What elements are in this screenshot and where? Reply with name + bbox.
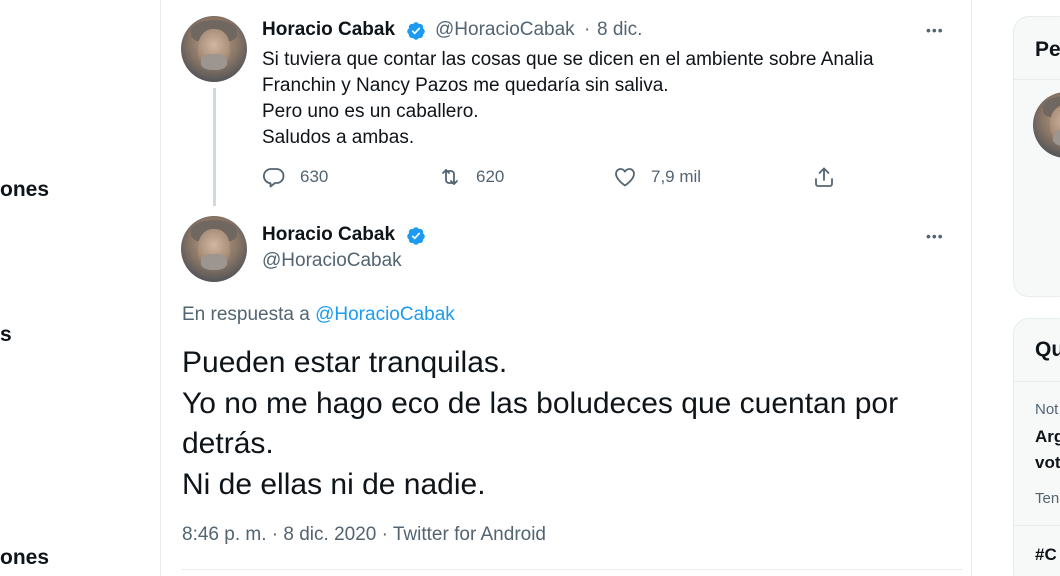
heart-icon xyxy=(615,168,635,187)
reply-prefix: En respuesta a xyxy=(182,304,310,325)
tweet-timestamp[interactable]: 8:46 p. m. · 8 dic. 2020 · Twitter for A… xyxy=(182,524,546,546)
tweet-text: Pueden estar tranquilas. Yo no me hago e… xyxy=(182,343,898,505)
trend-meta: Ten xyxy=(1035,490,1060,507)
tweet-text-line: Franchin y Nancy Pazos me quedaría sin s… xyxy=(262,75,669,96)
thread-connector-line xyxy=(213,88,216,206)
author-handle[interactable]: @HoracioCabak xyxy=(435,19,575,41)
divider xyxy=(1014,525,1060,526)
tweet-text-line: Yo no me hago eco de las boludeces que c… xyxy=(182,386,899,420)
trend-title[interactable]: Arg xyxy=(1035,425,1060,449)
tweet-date[interactable]: 8 dic. xyxy=(597,19,642,41)
reply-icon xyxy=(263,168,285,188)
retweet-button[interactable]: 620 xyxy=(438,164,504,190)
trend-title[interactable]: vot xyxy=(1035,451,1060,475)
tweet-text: Si tuviera que contar las cosas que se d… xyxy=(262,47,874,151)
reply-count: 630 xyxy=(300,167,329,186)
retweet-icon xyxy=(442,169,458,185)
reply-context: En respuesta a @HoracioCabak xyxy=(182,304,455,326)
tweet-text-line: Ni de ellas ni de nadie. xyxy=(182,467,486,501)
share-button[interactable] xyxy=(812,164,836,190)
author-name[interactable]: Horacio Cabak xyxy=(262,19,395,41)
like-button[interactable]: 7,9 mil xyxy=(613,164,701,190)
verified-badge-icon xyxy=(407,227,425,245)
tweet-text-line: Pero uno es un caballero. xyxy=(262,101,479,122)
reply-button[interactable]: 630 xyxy=(262,164,328,190)
retweet-count: 620 xyxy=(476,167,505,186)
sidebar-card-title: Qu xyxy=(1035,338,1060,361)
more-icon[interactable]: ••• xyxy=(926,228,944,244)
nav-item-notifications[interactable]: ones xyxy=(0,178,49,202)
trend-hashtag[interactable]: #C xyxy=(1035,543,1057,567)
sidebar-card-title: Pe xyxy=(1035,38,1060,61)
like-count: 7,9 mil xyxy=(651,167,702,186)
trend-category: Not xyxy=(1035,401,1059,418)
reply-mention-link[interactable]: @HoracioCabak xyxy=(315,304,455,325)
divider xyxy=(1014,79,1060,80)
avatar[interactable] xyxy=(181,16,247,82)
divider xyxy=(1014,381,1060,382)
divider xyxy=(182,569,962,570)
share-icon xyxy=(815,167,833,187)
meta-separator: · xyxy=(584,19,591,40)
tweet-text-line: Pueden estar tranquilas. xyxy=(182,346,508,379)
author-name[interactable]: Horacio Cabak xyxy=(262,224,395,246)
nav-item-more-options[interactable]: ones xyxy=(0,546,49,570)
tweet-text-line: detrás. xyxy=(182,427,274,460)
tweet-text-line: Saludos a ambas. xyxy=(262,127,415,148)
verified-badge-icon xyxy=(407,22,425,40)
more-icon[interactable]: ••• xyxy=(926,22,944,38)
nav-item-lists[interactable]: s xyxy=(0,323,12,347)
tweet-text-line: Si tuviera que contar las cosas que se d… xyxy=(262,49,874,70)
author-handle[interactable]: @HoracioCabak xyxy=(262,250,402,272)
avatar[interactable] xyxy=(181,216,247,282)
